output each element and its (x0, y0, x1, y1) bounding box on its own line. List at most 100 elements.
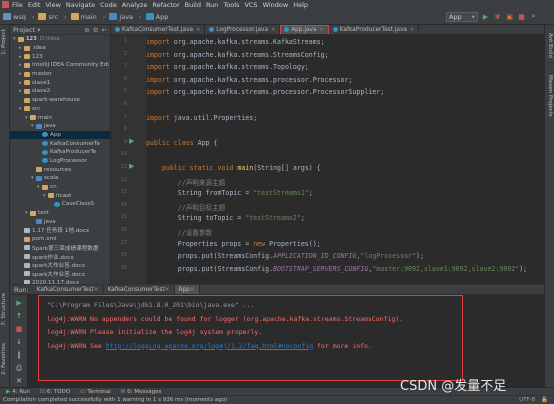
bottom-tab[interactable]: ✉ 0: Messages (121, 389, 162, 395)
tree-item[interactable]: spark大作业答.docx (10, 270, 110, 279)
menu-item-edit[interactable]: Edit (28, 1, 41, 9)
tree-item[interactable]: spark作业.docx (10, 252, 110, 261)
tree-item[interactable]: KafkaProducerTe (10, 148, 110, 157)
console-link[interactable]: http://logging.apache.org/log4j/1.2/faq.… (106, 342, 313, 350)
run-icon[interactable]: ▶ (482, 12, 489, 21)
tab-app-java[interactable]: App.java ✕ (280, 25, 329, 34)
class-icon (42, 141, 48, 147)
collapse-icon[interactable]: ⇤ (102, 26, 107, 34)
coverage-icon[interactable]: ▣ (506, 12, 513, 21)
breadcrumb-item[interactable]: java (109, 13, 133, 21)
project-panel-title[interactable]: Project (13, 26, 35, 34)
tree-item[interactable]: ▸ 123 (10, 52, 110, 61)
tree-item[interactable]: ▾ cn (10, 183, 110, 192)
tree-item[interactable]: ▾ scala (10, 174, 110, 183)
code-token: org.apache.kafka.streams.StreamsConfig; (173, 50, 329, 59)
close-icon[interactable]: ✕ (410, 27, 414, 33)
run-tab[interactable]: KafkaConsumerTest ✕ (104, 285, 175, 294)
tree-item[interactable]: java (10, 217, 110, 226)
tree-item[interactable]: KafkaConsumerTe (10, 139, 110, 148)
stop-icon[interactable]: ■ (15, 325, 23, 333)
tree-item[interactable]: ▾ itcast (10, 191, 110, 200)
menu-item-vcs[interactable]: VCS (244, 1, 257, 9)
code-editor[interactable]: import org.apache.kafka.streams.KafkaStr… (146, 35, 544, 284)
file-icon (24, 262, 30, 268)
file-icon (24, 245, 30, 251)
tree-item[interactable]: ▾ main (10, 113, 110, 122)
search-icon[interactable]: ⌕ (530, 12, 537, 21)
tree-item[interactable]: LogProcessor (10, 157, 110, 166)
close-icon[interactable]: ✕ (190, 287, 195, 293)
breadcrumb-item[interactable]: wsq (3, 13, 26, 21)
scroll-down-icon[interactable]: ↓ (15, 338, 23, 346)
structure-tool-tab[interactable]: 7: Structure (1, 293, 7, 326)
tab-logprocessor-java[interactable]: LogProcessor.java ✕ (205, 25, 281, 34)
tab-kafkaproducertest-java[interactable]: KafkaProducerTest.java ✕ (329, 25, 420, 34)
maven-projects-tool-tab[interactable]: Maven Projects (547, 75, 553, 117)
tree-item[interactable]: spark大作业答.docx (10, 261, 110, 270)
tree-item[interactable]: 1.17 任务段 1地.docx (10, 226, 110, 235)
tree-item[interactable]: ▸ master (10, 70, 110, 79)
tree-item[interactable]: Spark第三章成绩课程数据 (10, 244, 110, 253)
console-output[interactable]: "C:\Program Files\Java\jdk1.8.0_201\bin\… (38, 295, 463, 381)
run-gutter-icon[interactable]: ▶ (129, 137, 134, 145)
tree-item[interactable]: ▸ slave1 (10, 78, 110, 87)
ant-build-tool-tab[interactable]: Ant Build (547, 33, 553, 58)
bottom-tab[interactable]: ▶ 4: Run (6, 389, 30, 395)
print-icon[interactable]: ⎙ (15, 364, 23, 372)
tree-item[interactable]: resources (10, 165, 110, 174)
tree-root[interactable]: ▾ 123 D:\Idea (10, 35, 110, 44)
breadcrumb-item[interactable]: src (38, 13, 58, 21)
close-icon[interactable]: ✕ (94, 287, 99, 293)
tree-item[interactable]: ▸ IntelliJ IDEA Community Edi (10, 61, 110, 70)
tree-item[interactable]: CaseClassS (10, 200, 110, 209)
chevron-down-icon[interactable]: ▾ (37, 26, 40, 34)
run-gutter-icon[interactable]: ▶ (129, 162, 134, 170)
rerun-icon[interactable]: ▶ (15, 299, 23, 307)
settings-icon[interactable]: ⚙ (93, 26, 99, 34)
sync-icon[interactable]: ⊕ (84, 26, 89, 34)
menu-item-help[interactable]: Help (293, 1, 308, 9)
run-config-select[interactable]: App ▾ (446, 12, 478, 22)
menu-item-view[interactable]: View (45, 1, 60, 9)
close-icon[interactable]: ✕ (165, 287, 170, 293)
close-icon[interactable]: ✕ (271, 27, 275, 33)
run-tab[interactable]: App ✕ (174, 285, 200, 294)
run-tab[interactable]: KafkaConsumerTest ✕ (33, 285, 104, 294)
tab-kafkaconsumertest-java[interactable]: KafkaConsumerTest.java ✕ (111, 25, 206, 34)
scroll-up-icon[interactable]: ↑ (15, 312, 23, 320)
breadcrumb-item[interactable]: App (145, 13, 168, 21)
menu-item-analyze[interactable]: Analyze (122, 1, 148, 9)
encoding-indicator[interactable]: UTF-8 (519, 397, 535, 403)
bottom-tab-label: Terminal (87, 388, 111, 395)
tree-item[interactable]: ▸ .idea (10, 44, 110, 53)
bottom-tab[interactable]: ▭ Terminal (80, 389, 110, 395)
tree-item[interactable]: App (10, 130, 110, 140)
menu-item-code[interactable]: Code (100, 1, 117, 9)
tree-item[interactable]: ▸ slave2 (10, 87, 110, 96)
project-tool-tab[interactable]: 1: Project (1, 29, 7, 55)
tree-item[interactable]: ▾ src (10, 105, 110, 114)
menu-item-window[interactable]: Window (263, 1, 289, 9)
menu-item-navigate[interactable]: Navigate (66, 1, 95, 9)
bottom-tab[interactable]: ☑ 6: TODO (40, 389, 70, 395)
tree-item[interactable]: spark-warehouse (10, 96, 110, 105)
tree-item[interactable]: ▾ test (10, 209, 110, 218)
pause-icon[interactable]: ‖ (15, 351, 23, 359)
close-icon[interactable]: ✕ (320, 27, 324, 33)
menu-item-run[interactable]: Run (206, 1, 218, 9)
tree-item[interactable]: pom.xml (10, 235, 110, 244)
stop-icon[interactable]: ■ (518, 12, 525, 21)
menu-item-refactor[interactable]: Refactor (152, 1, 179, 9)
debug-icon[interactable]: ✱ (494, 12, 501, 21)
close-icon[interactable]: ✕ (196, 27, 200, 33)
trash-icon[interactable]: ✕ (15, 377, 23, 385)
menu-item-file[interactable]: File (12, 1, 23, 9)
run-tab-label: KafkaConsumerTest (36, 286, 94, 293)
tree-item[interactable]: ▾ java (10, 122, 110, 131)
menu-item-build[interactable]: Build (185, 1, 201, 9)
breadcrumb-item[interactable]: main (70, 13, 97, 21)
lock-icon[interactable]: 🔓 (541, 397, 548, 403)
menu-item-tools[interactable]: Tools (223, 1, 239, 9)
favorites-tool-tab[interactable]: 2: Favorites (1, 343, 7, 375)
